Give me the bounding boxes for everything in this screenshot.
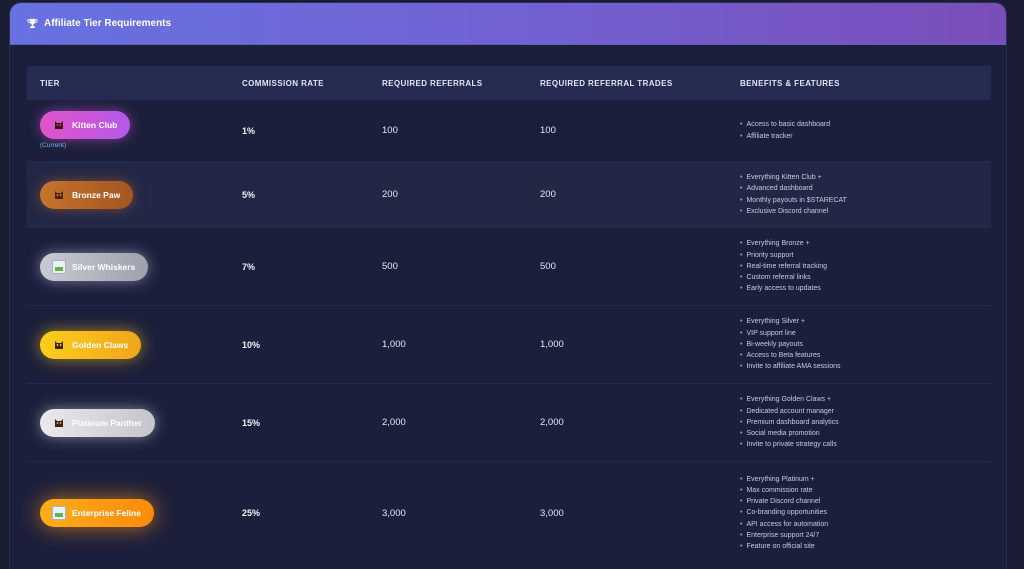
benefit-item: Access to Beta features: [740, 350, 991, 361]
benefits-list: Everything Platinum + Max commission rat…: [740, 474, 991, 552]
benefits-list: Everything Kitten Club + Advanced dashbo…: [740, 172, 991, 217]
tier-badge-kitten-club[interactable]: Kitten Club: [40, 110, 131, 139]
benefit-item: Everything Bronze +: [740, 238, 991, 249]
required-referrals: 200: [382, 189, 398, 200]
table-row: Platinum Panther 15% 2,000 2,000 Everyth…: [27, 384, 991, 462]
tier-badge-platinum-panther[interactable]: Platinum Panther: [40, 408, 155, 437]
benefit-item: Max commission rate: [740, 485, 991, 496]
tier-name: Golden Claws: [72, 339, 129, 350]
table-row: Kitten Club (Current) 1% 100 100 Access …: [27, 100, 991, 162]
tier-badge-golden-claws[interactable]: Golden Claws: [40, 330, 142, 359]
benefit-item: Social media promotion: [740, 428, 991, 439]
cat-icon: [52, 338, 66, 352]
affiliate-tier-panel: Affiliate Tier Requirements TIER COMMISS…: [9, 2, 1007, 569]
required-trades: 100: [540, 125, 556, 136]
tier-name: Silver Whiskers: [72, 261, 136, 272]
table-row: Bronze Paw 5% 200 200 Everything Kitten …: [27, 162, 991, 228]
commission-rate: 7%: [242, 261, 256, 272]
commission-rate: 15%: [242, 417, 261, 428]
required-trades: 1,000: [540, 339, 564, 350]
page-title: Affiliate Tier Requirements: [44, 18, 172, 29]
required-referrals: 2,000: [382, 417, 406, 428]
current-tier-label: (Current): [40, 142, 67, 149]
benefit-item: API access for automation: [740, 519, 991, 530]
broken-image-icon: [52, 259, 66, 274]
benefit-item: Invite to affiliate AMA sessions: [740, 361, 991, 372]
broken-image-icon: [52, 506, 66, 520]
benefit-item: Custom referral links: [740, 272, 991, 283]
cat-icon: [52, 118, 66, 132]
column-header-commission: COMMISSION RATE: [242, 78, 324, 88]
benefit-item: Everything Kitten Club +: [740, 172, 991, 183]
required-trades: 2,000: [540, 417, 564, 428]
commission-rate: 5%: [242, 189, 256, 200]
tier-badge-enterprise-feline[interactable]: Enterprise Feline: [40, 499, 154, 527]
required-referrals: 1,000: [382, 339, 406, 350]
benefit-item: Affiliate tracker: [740, 131, 991, 142]
tier-badge-bronze-paw[interactable]: Bronze Paw: [40, 180, 134, 209]
required-trades: 200: [540, 189, 556, 200]
benefits-list: Everything Silver + VIP support line Bi-…: [740, 316, 991, 372]
benefit-item: Everything Golden Claws +: [740, 394, 991, 405]
tier-name: Platinum Panther: [72, 417, 142, 428]
tier-table: TIER COMMISSION RATE REQUIRED REFERRALS …: [27, 66, 991, 564]
benefits-list: Everything Golden Claws + Dedicated acco…: [740, 394, 991, 450]
table-header: TIER COMMISSION RATE REQUIRED REFERRALS …: [27, 66, 991, 100]
required-referrals: 500: [382, 261, 398, 272]
required-referrals: 100: [382, 125, 398, 136]
benefit-item: Dedicated account manager: [740, 406, 991, 417]
benefit-item: Enterprise support 24/7: [740, 530, 991, 541]
benefit-item: Private Discord channel: [740, 496, 991, 507]
benefit-item: Premium dashboard analytics: [740, 417, 991, 428]
cat-icon: [52, 416, 66, 430]
column-header-referrals: REQUIRED REFERRALS: [382, 78, 483, 88]
benefit-item: Access to basic dashboard: [740, 119, 991, 130]
panel-header: Affiliate Tier Requirements: [10, 3, 1006, 45]
benefits-list: Access to basic dashboard Affiliate trac…: [740, 119, 991, 141]
tier-name: Kitten Club: [72, 119, 118, 130]
tier-name: Bronze Paw: [72, 189, 121, 200]
table-row: Enterprise Feline 25% 3,000 3,000 Everyt…: [27, 462, 991, 564]
benefit-item: Everything Silver +: [740, 316, 991, 327]
benefit-item: Monthly payouts in $STARECAT: [740, 195, 991, 206]
column-header-benefits: BENEFITS & FEATURES: [740, 78, 840, 88]
benefit-item: Early access to updates: [740, 283, 991, 294]
commission-rate: 1%: [242, 125, 256, 136]
benefit-item: Feature on official site: [740, 541, 991, 552]
benefit-item: Advanced dashboard: [740, 183, 991, 194]
trophy-icon: [26, 18, 38, 30]
benefit-item: VIP support line: [740, 328, 991, 339]
commission-rate: 10%: [242, 339, 261, 350]
cat-icon: [52, 188, 66, 202]
benefit-item: Co-branding opportunities: [740, 507, 991, 518]
benefit-item: Invite to private strategy calls: [740, 439, 991, 450]
table-row: Golden Claws 10% 1,000 1,000 Everything …: [27, 306, 991, 384]
tier-badge-silver-whiskers[interactable]: Silver Whiskers: [40, 252, 149, 281]
required-trades: 500: [540, 261, 556, 272]
benefits-list: Everything Bronze + Priority support Rea…: [740, 238, 991, 294]
required-trades: 3,000: [540, 507, 564, 519]
commission-rate: 25%: [242, 508, 261, 518]
required-referrals: 3,000: [382, 507, 406, 519]
column-header-tier: TIER: [40, 78, 60, 88]
table-row: Silver Whiskers 7% 500 500 Everything Br…: [27, 228, 991, 306]
benefit-item: Exclusive Discord channel: [740, 206, 991, 217]
column-header-trades: REQUIRED REFERRAL TRADES: [540, 78, 673, 88]
benefit-item: Real-time referral tracking: [740, 261, 991, 272]
benefit-item: Priority support: [740, 250, 991, 261]
benefit-item: Bi-weekly payouts: [740, 339, 991, 350]
tier-name: Enterprise Feline: [72, 508, 141, 518]
benefit-item: Everything Platinum +: [740, 474, 991, 485]
